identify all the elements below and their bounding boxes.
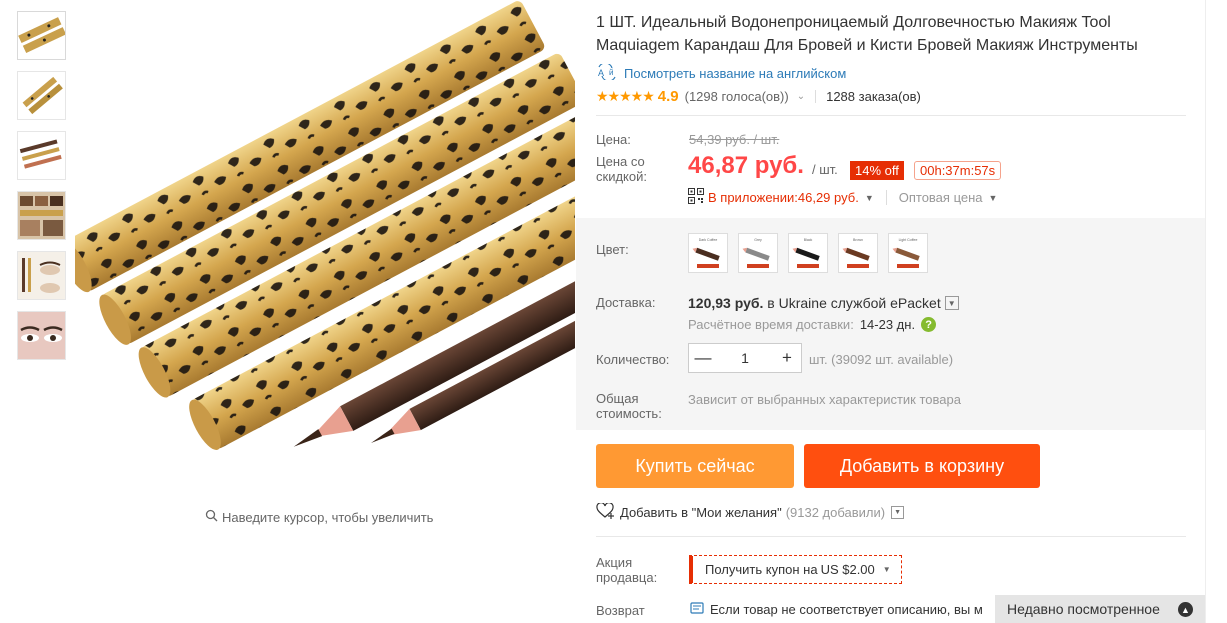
zoom-hint: Наведите курсор, чтобы увеличить [205, 509, 433, 525]
thumbnail-6[interactable] [17, 311, 66, 360]
shipping-row[interactable]: 120,93 руб. в Ukraine службой ePacket ▼ [688, 295, 959, 311]
get-coupon-button[interactable]: Получить купон на US $2.00 ▼ [689, 555, 902, 584]
recently-viewed-bar[interactable]: Недавно посмотренное ▲ [995, 595, 1205, 623]
orders-count: 1288 заказа(ов) [826, 89, 921, 104]
color-swatch-black[interactable]: Black [788, 233, 828, 273]
divider [596, 536, 1186, 537]
total-value: Зависит от выбранных характеристик товар… [688, 392, 961, 407]
color-swatch-light-coffee[interactable]: Light Coffee [888, 233, 928, 273]
main-product-image[interactable] [75, 0, 575, 500]
color-label: Цвет: [596, 242, 629, 257]
thumbnail-1[interactable] [17, 11, 66, 60]
qr-code-icon[interactable] [688, 188, 704, 207]
wishlist-row[interactable]: Добавить в "Мои желания" (9132 добавили)… [596, 502, 905, 522]
recently-viewed-label: Недавно посмотренное [1007, 601, 1160, 617]
discount-badge: 14% off [850, 161, 904, 180]
translate-link[interactable]: Aй Посмотреть название на английском [596, 62, 846, 83]
price-label: Цена: [596, 132, 631, 147]
chevron-down-icon[interactable]: ▼ [891, 506, 905, 519]
total-label: Общая стоимость: [596, 391, 662, 421]
chevron-up-icon[interactable]: ▲ [1178, 602, 1193, 617]
wholesale-price-link[interactable]: Оптовая цена [885, 190, 983, 205]
eta-label: Расчётное время доставки: [688, 317, 854, 332]
svg-text:Grey: Grey [754, 238, 762, 242]
wishlist-count: (9132 добавили) [785, 505, 886, 520]
wishlist-link[interactable]: Добавить в "Мои желания" [620, 505, 782, 520]
translate-link-text[interactable]: Посмотреть название на английском [624, 66, 846, 81]
color-swatches: Dark Coffee Grey Black Brown Light Coffe… [688, 233, 928, 273]
heart-plus-icon[interactable] [596, 502, 616, 522]
svg-text:й: й [609, 68, 613, 77]
options-panel: Цвет: Dark Coffee Grey Black Brown Light… [576, 218, 1205, 430]
star-rating-icon: ★★★★★ [596, 88, 655, 104]
quantity-input[interactable]: 1 [717, 350, 773, 366]
magnifier-icon [205, 509, 218, 525]
seller-promo-label: Акция продавца: [596, 555, 658, 585]
app-price-row: В приложении: 46,29 руб. ▼ Оптовая цена … [688, 188, 997, 207]
return-policy: Если товар не соответствует описанию, вы… [690, 601, 1010, 619]
product-title: 1 ШТ. Идеальный Водонепроницаемый Долгов… [596, 14, 1138, 54]
app-price-value[interactable]: 46,29 руб. [798, 190, 859, 205]
per-unit: / шт. [812, 162, 838, 177]
color-swatch-dark-coffee[interactable]: Dark Coffee [688, 233, 728, 273]
return-policy-text: Если товар не соответствует описанию, вы… [710, 602, 983, 617]
thumbnail-5[interactable] [17, 251, 66, 300]
svg-text:A: A [598, 68, 604, 78]
coupon-text: Получить купон на [705, 562, 818, 577]
add-to-cart-button[interactable]: Добавить в корзину [804, 444, 1040, 488]
divider [596, 115, 1186, 116]
shipping-price: 120,93 руб. [688, 295, 764, 311]
shipping-label: Доставка: [596, 295, 656, 310]
coupon-value: US $2.00 [820, 562, 875, 577]
thumbnail-2[interactable] [17, 71, 66, 120]
return-label: Возврат товара [596, 603, 645, 623]
delivery-estimate: Расчётное время доставки: 14-23 дн. ? [688, 317, 937, 332]
buy-now-button[interactable]: Купить сейчас [596, 444, 794, 488]
color-swatch-brown[interactable]: Brown [838, 233, 878, 273]
quantity-increase-button[interactable]: + [773, 348, 801, 368]
chevron-down-icon[interactable]: ⌄ [797, 91, 805, 102]
chevron-down-icon[interactable]: ▼ [944, 296, 959, 310]
color-swatch-grey[interactable]: Grey [738, 233, 778, 273]
shipping-destination: в Ukraine службой ePacket [767, 295, 941, 311]
caret-down-icon[interactable]: ▼ [989, 193, 998, 203]
translate-icon: Aй [596, 62, 618, 83]
countdown-timer: 00h:37m:57s [914, 161, 1002, 180]
votes-count[interactable]: (1298 голоса(ов)) [685, 89, 789, 104]
discount-price-label: Цена со скидкой: [596, 154, 647, 184]
eta-days: 14-23 дн. [859, 317, 916, 332]
caret-down-icon[interactable]: ▼ [865, 193, 874, 203]
thumbnail-4[interactable] [17, 191, 66, 240]
discount-price: 46,87 руб. [688, 152, 804, 179]
svg-text:Dark Coffee: Dark Coffee [699, 238, 718, 242]
zoom-hint-text: Наведите курсор, чтобы увеличить [222, 509, 434, 525]
svg-text:Black: Black [804, 238, 813, 242]
quantity-available: шт. (39092 шт. available) [809, 352, 954, 367]
svg-text:Light Coffee: Light Coffee [899, 238, 918, 242]
quantity-stepper: — 1 + [688, 343, 802, 373]
quantity-decrease-button[interactable]: — [689, 348, 717, 368]
app-price-label[interactable]: В приложении: [708, 190, 798, 205]
quantity-label: Количество: [596, 352, 670, 367]
svg-text:Brown: Brown [853, 238, 863, 242]
caret-down-icon: ▼ [882, 565, 891, 574]
thumbnail-list [17, 11, 66, 371]
help-icon[interactable]: ? [921, 317, 937, 332]
return-icon [690, 601, 704, 619]
old-price: 54,39 руб. / шт. [689, 132, 780, 147]
rating-value: 4.9 [657, 88, 679, 105]
divider [815, 90, 817, 103]
page-edge [1205, 0, 1227, 623]
thumbnail-3[interactable] [17, 131, 66, 180]
rating-row: ★★★★★ 4.9 (1298 голоса(ов)) ⌄ 1288 заказ… [596, 88, 921, 105]
